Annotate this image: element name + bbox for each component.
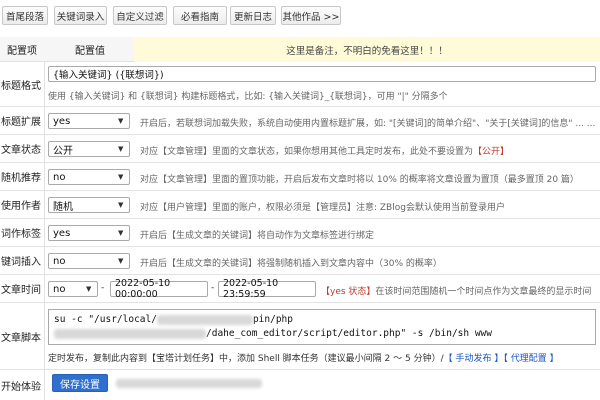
column-divider — [44, 135, 45, 162]
chevron-down-icon: ▼ — [118, 257, 124, 265]
article-status-desc-highlight: 【公开】 — [473, 147, 510, 157]
keyword-tag-select[interactable]: yes ▼ — [48, 225, 130, 241]
row-article-time: 文章时间 no ▼ - 2022-05-10 00:00:00 - 2022-0… — [0, 275, 600, 303]
label-keyword-tag: 词作标签 — [1, 229, 41, 240]
label-start-experience: 开始体验 — [1, 381, 41, 393]
article-script-desc-text: 定时发布，复制此内容到【宝塔计划任务】中，添加 Shell 脚本任务（建议最小间… — [48, 354, 444, 364]
start-time-input[interactable]: 2022-05-10 00:00:00 — [110, 278, 208, 300]
article-time-value: no — [53, 283, 66, 295]
article-script-desc: 定时发布，复制此内容到【宝塔计划任务】中，添加 Shell 脚本任务（建议最小间… — [48, 351, 598, 364]
column-divider — [44, 163, 45, 190]
table-header: 配置项 配置值 这里是备注，不明白的免看这里！！！ — [0, 37, 600, 62]
title-format-desc: 使用 {输入关键词} 和 {联想词} 构建标题格式，比如: {输入关键词}_{联… — [48, 92, 448, 102]
row-title-expand: 标题扩展 yes ▼ 开启后，若联想词加载失败，系统自动使用内置标题扩展，如: … — [0, 107, 600, 135]
article-status-select[interactable]: 公开 ▼ — [48, 141, 130, 157]
manual-publish-link[interactable]: 【 手动发布 】 — [444, 354, 504, 364]
random-recommend-desc: 对应【文章管理】里面的置顶功能，开启后发布文章时将以 10% 的概率将文章设置为… — [140, 175, 579, 185]
chevron-down-icon: ▼ — [118, 117, 124, 125]
author-desc: 对应【用户管理】里面的账户，权限必须是【管理员】注意: ZBlog会默认使用当前… — [140, 203, 505, 213]
random-recommend-value: no — [53, 171, 66, 183]
label-title-expand: 标题扩展 — [1, 117, 41, 128]
top-nav: 首尾段落 关键词录入 自定义过滤 必看指南 更新日志 其他作品 >> — [0, 0, 600, 30]
row-random-recommend: 随机推荐 no ▼ 对应【文章管理】里面的置顶功能，开启后发布文章时将以 10%… — [0, 163, 600, 191]
title-expand-select[interactable]: yes ▼ — [48, 113, 130, 129]
column-divider — [44, 219, 45, 246]
row-start-experience: 开始体验 保存设置 — [0, 370, 600, 400]
time-dash: - — [211, 283, 215, 293]
row-title-format: 标题格式 {输入关键词} ({联想词}) 使用 {输入关键词} 和 {联想词} … — [0, 62, 600, 107]
random-recommend-select[interactable]: no ▼ — [48, 169, 130, 185]
script-textarea[interactable]: su -c "/usr/local/pin/php /dahe_com_edit… — [48, 309, 596, 345]
redacted-text — [116, 379, 262, 388]
keyword-insert-desc: 开启后【生成文章的关键词】将强制随机插入到文章内容中（30% 的概率） — [140, 259, 442, 269]
end-time-input[interactable]: 2022-05-10 23:59:59 — [218, 278, 316, 300]
label-article-script: 文章脚本 — [1, 332, 41, 344]
redacted-path — [156, 314, 253, 325]
chevron-down-icon: ▼ — [118, 229, 124, 237]
author-select[interactable]: 随机 ▼ — [48, 197, 130, 213]
column-divider — [44, 275, 45, 302]
script-line-2: /dahe_com_editor/script/editor.php" -s /… — [54, 328, 492, 339]
row-article-status: 文章状态 公开 ▼ 对应【文章管理】里面的文章状态，如果你想用其他工具定时发布，… — [0, 135, 600, 163]
config-table: 配置项 配置值 这里是备注，不明白的免看这里！！！ 标题格式 {输入关键词} (… — [0, 37, 600, 400]
title-format-input[interactable]: {输入关键词} ({联想词}) — [48, 66, 596, 82]
column-divider — [44, 303, 45, 369]
chevron-down-icon: ▼ — [118, 173, 124, 181]
script-line-1-start: su -c "/usr/local/ — [54, 314, 157, 325]
nav-keyword-entry[interactable]: 关键词录入 — [54, 6, 107, 25]
keyword-tag-value: yes — [53, 227, 71, 239]
nav-head-tail-paragraph[interactable]: 首尾段落 — [2, 6, 48, 25]
nav-changelog[interactable]: 更新日志 — [230, 6, 276, 25]
time-dash: - — [101, 283, 105, 293]
title-expand-value: yes — [53, 115, 71, 127]
article-status-desc: 对应【文章管理】里面的文章状态，如果你想用其他工具定时发布，此处不要设置为【公开… — [140, 144, 598, 157]
label-title-format: 标题格式 — [1, 80, 41, 92]
proxy-config-link[interactable]: 【 代理配置 】 — [503, 354, 558, 364]
article-time-desc-text: 在该时间范围随机一个时间点作为文章最终的显示时间 — [375, 287, 592, 297]
column-divider — [44, 191, 45, 218]
label-article-time: 文章时间 — [1, 285, 41, 296]
label-keyword-insert: 键词插入 — [1, 257, 41, 268]
script-line-1: su -c "/usr/local/pin/php — [54, 314, 293, 325]
author-value: 随机 — [53, 201, 73, 213]
column-divider — [44, 247, 45, 274]
chevron-down-icon: ▼ — [118, 145, 124, 153]
article-status-value: 公开 — [53, 145, 73, 157]
label-author: 使用作者 — [1, 201, 41, 212]
header-config-item: 配置项 — [7, 46, 37, 57]
nav-must-read-guide[interactable]: 必看指南 — [173, 6, 227, 25]
column-divider — [44, 107, 45, 134]
article-time-desc-highlight: 【yes 状态】 — [321, 287, 376, 297]
article-time-select[interactable]: no ▼ — [48, 281, 98, 297]
chevron-down-icon: ▼ — [86, 285, 92, 293]
header-note: 这里是备注，不明白的免看这里！！！ — [134, 37, 600, 62]
row-keyword-insert: 键词插入 no ▼ 开启后【生成文章的关键词】将强制随机插入到文章内容中（30%… — [0, 247, 600, 275]
row-article-script: 文章脚本 su -c "/usr/local/pin/php /dahe_com… — [0, 303, 600, 370]
article-time-desc: 【yes 状态】在该时间范围随机一个时间点作为文章最终的显示时间 — [321, 284, 598, 297]
keyword-tag-desc: 开启后【生成文章的关键词】将自动作为文章标签进行绑定 — [140, 231, 375, 241]
row-keyword-tag: 词作标签 yes ▼ 开启后【生成文章的关键词】将自动作为文章标签进行绑定 — [0, 219, 600, 247]
row-author: 使用作者 随机 ▼ 对应【用户管理】里面的账户，权限必须是【管理员】注意: ZB… — [0, 191, 600, 219]
column-divider — [44, 370, 45, 400]
save-settings-button[interactable]: 保存设置 — [52, 374, 108, 392]
header-config-value: 配置值 — [75, 46, 105, 57]
keyword-insert-value: no — [53, 255, 66, 267]
keyword-insert-select[interactable]: no ▼ — [48, 253, 130, 269]
nav-other-works[interactable]: 其他作品 >> — [281, 6, 341, 25]
nav-custom-filter[interactable]: 自定义过滤 — [113, 6, 167, 25]
redacted-path — [54, 328, 206, 339]
title-expand-desc: 开启后，若联想词加载失败，系统自动使用内置标题扩展，如: "[关键词]的简单介绍… — [140, 119, 596, 129]
chevron-down-icon: ▼ — [118, 201, 124, 209]
article-status-desc-text: 对应【文章管理】里面的文章状态，如果你想用其他工具定时发布，此处不要设置为 — [140, 147, 474, 157]
script-line-2-end: /dahe_com_editor/script/editor.php" -s /… — [206, 328, 492, 339]
label-random-recommend: 随机推荐 — [1, 173, 41, 184]
script-line-1-end: pin/php — [252, 314, 293, 325]
label-article-status: 文章状态 — [1, 145, 41, 156]
column-divider — [44, 62, 45, 106]
